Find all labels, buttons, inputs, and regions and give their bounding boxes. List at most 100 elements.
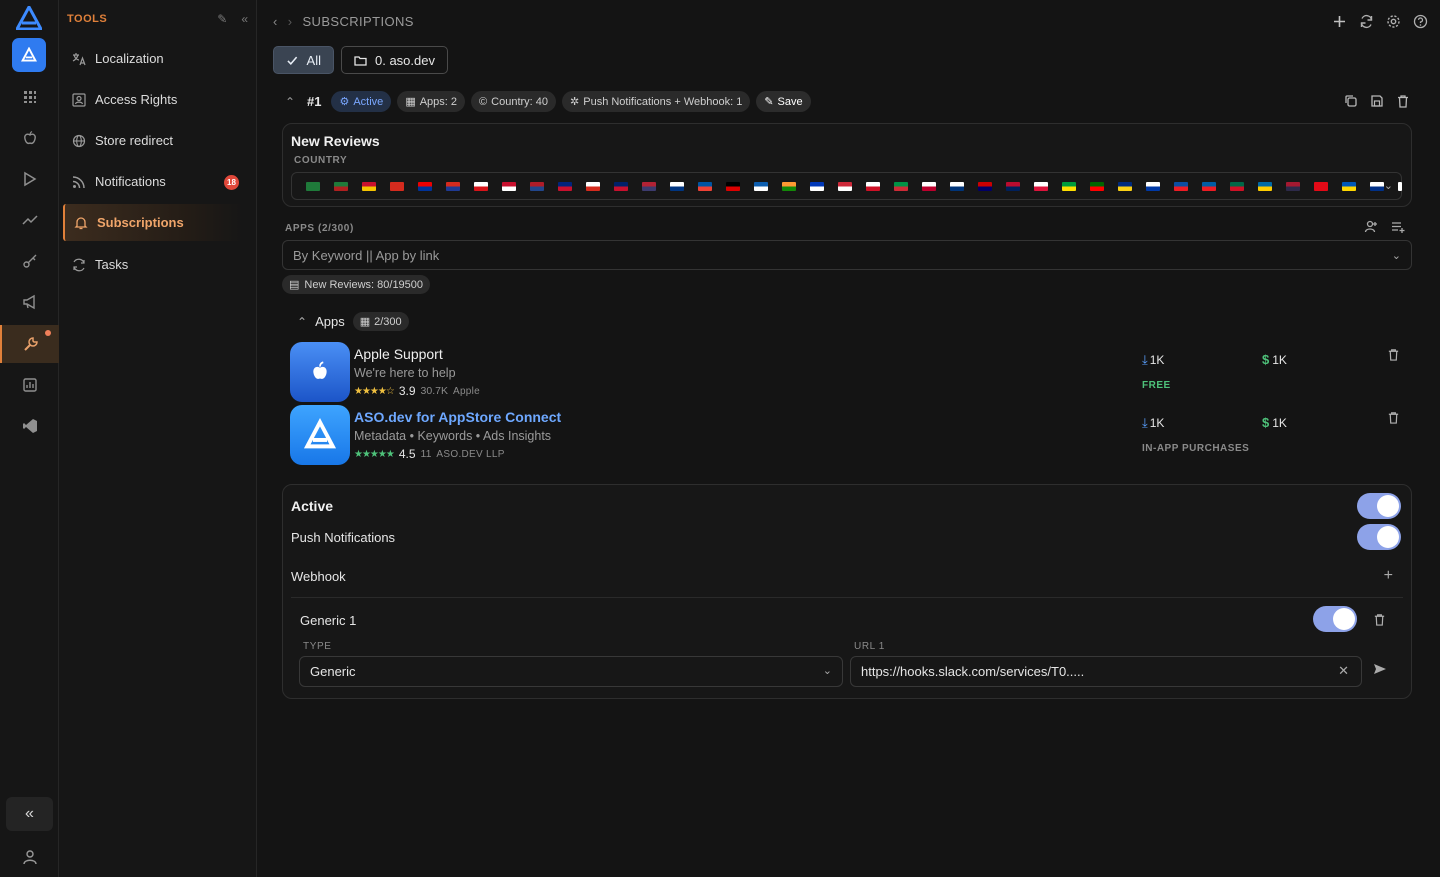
- status-badge[interactable]: ⚙ Active: [331, 91, 392, 112]
- edit-icon[interactable]: ✎: [217, 12, 227, 26]
- trash-icon[interactable]: [1387, 348, 1400, 366]
- app-row[interactable]: ASO.dev for AppStore Connect Metadata • …: [290, 405, 1410, 465]
- app-search-input[interactable]: By Keyword || App by link ⌄: [282, 240, 1412, 270]
- apps-list-header[interactable]: ⌃ Apps ▦ 2/300: [297, 312, 409, 331]
- country-flag-icon[interactable]: [306, 181, 320, 191]
- country-flag-icon[interactable]: [558, 181, 572, 191]
- country-flag-icon[interactable]: [446, 181, 460, 191]
- country-flag-icon[interactable]: [726, 181, 740, 191]
- sidebar-item-notifications[interactable]: Notifications 18: [63, 163, 243, 200]
- collapse-sidebar-icon[interactable]: «: [241, 12, 248, 26]
- country-flag-icon[interactable]: [922, 181, 936, 191]
- downloads-value: 1K: [1149, 353, 1165, 367]
- country-flag-icon[interactable]: [782, 181, 796, 191]
- app-name[interactable]: Apple Support: [354, 346, 443, 362]
- country-flag-icon[interactable]: [1006, 181, 1020, 191]
- country-flag-icon[interactable]: [1174, 181, 1188, 191]
- country-flag-icon[interactable]: [1230, 181, 1244, 191]
- country-flag-icon[interactable]: [642, 181, 656, 191]
- save-button[interactable]: ✎ Save: [756, 91, 811, 112]
- grid-icon[interactable]: [0, 76, 59, 117]
- country-flag-icon[interactable]: [698, 181, 712, 191]
- country-flag-icon[interactable]: [1202, 181, 1216, 191]
- country-flag-icon[interactable]: [1090, 181, 1104, 191]
- sidebar-item-store-redirect[interactable]: Store redirect: [63, 122, 243, 159]
- new-reviews-card: New Reviews COUNTRY ⌄: [282, 123, 1412, 207]
- play-store-icon[interactable]: [0, 158, 59, 199]
- app-name[interactable]: ASO.dev for AppStore Connect: [354, 409, 561, 425]
- country-flag-icon[interactable]: [950, 181, 964, 191]
- app-store-connect-button[interactable]: [12, 38, 46, 72]
- country-flag-icon[interactable]: [1286, 181, 1300, 191]
- app-row[interactable]: Apple Support We're here to help ★★★★☆ 3…: [290, 342, 1410, 402]
- webhook-toggle[interactable]: [1313, 606, 1357, 632]
- aso-logo-icon[interactable]: [16, 6, 42, 30]
- trend-icon[interactable]: [0, 199, 59, 240]
- country-flag-icon[interactable]: [586, 181, 600, 191]
- sidebar-item-subscriptions[interactable]: Subscriptions: [63, 204, 243, 241]
- country-flag-icon[interactable]: [810, 181, 824, 191]
- trash-icon[interactable]: [1373, 613, 1386, 631]
- country-flag-icon[interactable]: [894, 181, 908, 191]
- country-flag-icon[interactable]: [1062, 181, 1076, 191]
- webhook-type-select[interactable]: Generic ⌄: [299, 656, 843, 687]
- filter-all-button[interactable]: All: [273, 46, 334, 74]
- country-flag-icon[interactable]: [866, 181, 880, 191]
- help-icon[interactable]: [1413, 14, 1428, 34]
- country-flag-icon[interactable]: [1034, 181, 1048, 191]
- country-flag-icon[interactable]: [530, 181, 544, 191]
- sidebar-item-localization[interactable]: Localization: [63, 40, 243, 77]
- country-flag-icon[interactable]: [390, 181, 404, 191]
- country-flag-icon[interactable]: [978, 181, 992, 191]
- sidebar-item-access-rights[interactable]: Access Rights: [63, 81, 243, 118]
- country-flag-icon[interactable]: [754, 181, 768, 191]
- chevron-up-icon[interactable]: ⌃: [285, 95, 301, 109]
- collapse-rail-button[interactable]: «: [6, 797, 53, 831]
- active-toggle[interactable]: [1357, 493, 1401, 519]
- report-icon[interactable]: [0, 364, 59, 405]
- price-label: FREE: [1142, 380, 1171, 391]
- add-list-icon[interactable]: [1391, 219, 1406, 239]
- send-icon[interactable]: [1373, 662, 1387, 681]
- country-flag-icon[interactable]: [670, 181, 684, 191]
- filter-project-button[interactable]: 0. aso.dev: [341, 46, 448, 74]
- country-flag-icon[interactable]: [474, 181, 488, 191]
- back-icon[interactable]: ‹: [273, 14, 278, 29]
- vscode-icon[interactable]: [0, 405, 59, 446]
- country-chip[interactable]: © Country: 40: [471, 91, 557, 112]
- key-icon[interactable]: [0, 240, 59, 281]
- country-flag-icon[interactable]: [502, 181, 516, 191]
- country-flag-icon[interactable]: [1370, 181, 1384, 191]
- clear-icon[interactable]: ✕: [1338, 663, 1349, 679]
- country-flag-icon[interactable]: [1398, 181, 1402, 191]
- push-notifications-toggle[interactable]: [1357, 524, 1401, 550]
- sidebar-item-tasks[interactable]: Tasks: [63, 246, 243, 283]
- apple-icon[interactable]: [0, 117, 59, 158]
- country-flag-icon[interactable]: [362, 181, 376, 191]
- save-icon[interactable]: [1370, 94, 1384, 113]
- user-icon[interactable]: [0, 840, 59, 874]
- forward-icon[interactable]: ›: [288, 14, 293, 29]
- country-flag-icon[interactable]: [614, 181, 628, 191]
- copy-icon[interactable]: [1344, 94, 1358, 113]
- country-flag-icon[interactable]: [334, 181, 348, 191]
- webhook-url-input[interactable]: https://hooks.slack.com/services/T0.....…: [850, 656, 1362, 687]
- add-webhook-icon[interactable]: +: [1384, 567, 1393, 585]
- gear-icon[interactable]: [1386, 14, 1401, 34]
- add-user-icon[interactable]: [1364, 219, 1379, 239]
- country-flag-icon[interactable]: [1342, 181, 1356, 191]
- megaphone-icon[interactable]: [0, 281, 59, 322]
- country-multiselect[interactable]: ⌄: [291, 172, 1402, 200]
- country-flag-icon[interactable]: [1258, 181, 1272, 191]
- trash-icon[interactable]: [1387, 411, 1400, 429]
- country-flag-icon[interactable]: [418, 181, 432, 191]
- country-flag-icon[interactable]: [1314, 181, 1328, 191]
- country-flag-icon[interactable]: [1118, 181, 1132, 191]
- trash-icon[interactable]: [1396, 94, 1410, 113]
- apps-chip[interactable]: ▦ Apps: 2: [397, 91, 466, 112]
- country-flag-icon[interactable]: [1146, 181, 1160, 191]
- channels-chip[interactable]: ✲ Push Notifications + Webhook: 1: [562, 91, 751, 112]
- add-icon[interactable]: [1332, 14, 1347, 34]
- country-flag-icon[interactable]: [838, 181, 852, 191]
- refresh-icon[interactable]: [1359, 14, 1374, 34]
